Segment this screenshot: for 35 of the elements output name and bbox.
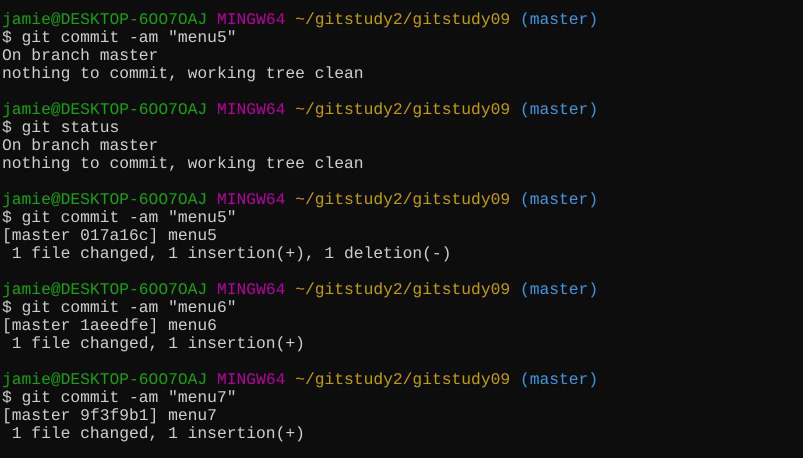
shell-label: MINGW64 [216, 371, 286, 389]
path-label: ~/gitstudy2/gitstudy09 [295, 281, 510, 299]
path-label: ~/gitstudy2/gitstudy09 [295, 371, 510, 389]
command-text: $ git commit -am "menu5" [2, 209, 236, 227]
shell-label: MINGW64 [216, 101, 286, 119]
output-text: [master 9f3f9b1] menu7 [2, 407, 217, 425]
branch-label: (master) [520, 191, 598, 209]
branch-label: (master) [520, 11, 598, 29]
command-text: $ git commit -am "menu7" [2, 389, 236, 407]
output-text: [master 017a16c] menu5 [2, 227, 217, 245]
user-host-label: jamie@DESKTOP-6OO7OAJ [2, 281, 208, 299]
output-text: On branch master [2, 47, 158, 65]
path-label: ~/gitstudy2/gitstudy09 [295, 191, 510, 209]
command-text: $ git commit -am "menu6" [2, 299, 236, 317]
output-text: [master 1aeedfe] menu6 [2, 317, 217, 335]
command-text: $ git status [2, 119, 120, 137]
branch-label: (master) [520, 281, 598, 299]
user-host-label: jamie@DESKTOP-6OO7OAJ [2, 101, 208, 119]
output-text: nothing to commit, working tree clean [2, 65, 364, 83]
output-text: nothing to commit, working tree clean [2, 155, 364, 173]
user-host-label: jamie@DESKTOP-6OO7OAJ [2, 11, 208, 29]
command-text: $ git commit -am "menu5" [2, 29, 236, 47]
output-text: 1 file changed, 1 insertion(+) [10, 425, 305, 443]
path-label: ~/gitstudy2/gitstudy09 [295, 11, 510, 29]
shell-label: MINGW64 [216, 281, 286, 299]
shell-label: MINGW64 [216, 11, 286, 29]
output-text: 1 file changed, 1 insertion(+) [10, 335, 305, 353]
branch-label: (master) [520, 101, 598, 119]
user-host-label: jamie@DESKTOP-6OO7OAJ [2, 191, 208, 209]
branch-label: (master) [520, 371, 598, 389]
output-text: On branch master [2, 137, 158, 155]
user-host-label: jamie@DESKTOP-6OO7OAJ [2, 371, 208, 389]
output-text: 1 file changed, 1 insertion(+), 1 deletion(-) [10, 245, 452, 263]
path-label: ~/gitstudy2/gitstudy09 [295, 101, 510, 119]
shell-label: MINGW64 [216, 191, 286, 209]
